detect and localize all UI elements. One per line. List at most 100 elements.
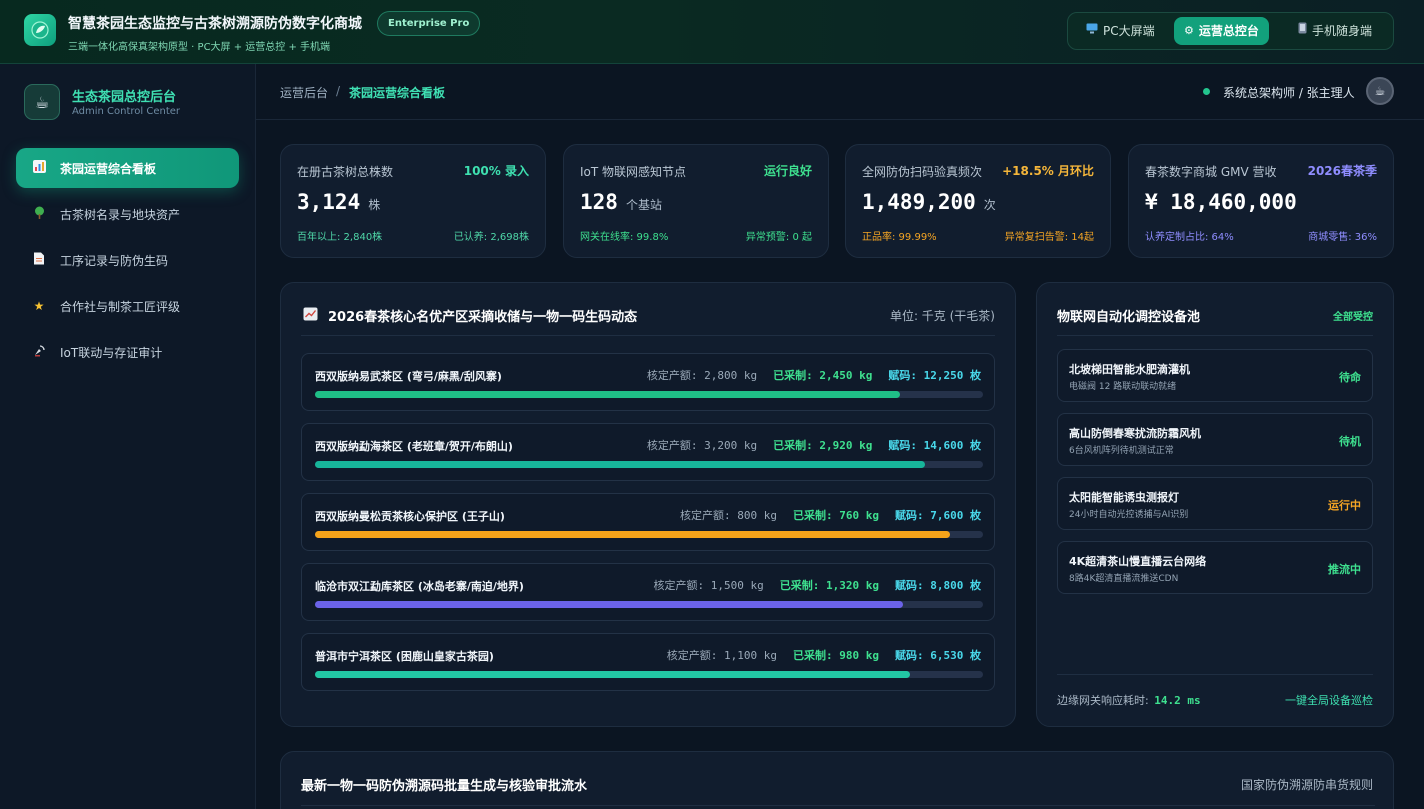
progress-track bbox=[315, 391, 983, 398]
kpi-foot-right: 异常预警: 0 起 bbox=[745, 232, 812, 243]
sidebar-item-iot-audit[interactable]: IoT联动与存证审计 bbox=[16, 332, 239, 372]
gear-icon: ⚙ bbox=[1184, 24, 1194, 37]
batch-panel: 最新一物一码防伪溯源码批量生成与核验审批流水 国家防伪溯源防串货规则 bbox=[280, 751, 1394, 809]
device-desc: 电磁阀 12 路联动联动就绪 bbox=[1069, 382, 1177, 392]
harvest-zone-row[interactable]: 西双版纳曼松贡茶核心保护区 (王子山) 核定产额: 800 kg 已采制: 760 … bbox=[301, 493, 995, 551]
device-item-insect-lamp[interactable]: 太阳能智能诱虫测报灯 24小时自动光控诱捕与AI识别 运行中 bbox=[1057, 477, 1373, 530]
harvest-zone-row[interactable]: 西双版纳易武茶区 (弯弓/麻黑/刮风寨) 核定产额: 2,800 kg 已采制: 2… bbox=[301, 353, 995, 411]
tab-mobile[interactable]: 手机随身端 bbox=[1288, 17, 1382, 45]
zone-quota: 核定产额: 1,100 kg bbox=[666, 649, 777, 662]
breadcrumb: 运营后台 / 茶园运营综合看板 系统总架构师 / 张主理人 ☕ bbox=[256, 64, 1424, 120]
harvest-zone-row[interactable]: 普洱市宁洱茶区 (困鹿山皇家古茶园) 核定产额: 1,100 kg 已采制: 980… bbox=[301, 633, 995, 691]
breadcrumb-root[interactable]: 运营后台 bbox=[280, 84, 328, 101]
device-status-all: 全部受控 bbox=[1333, 312, 1373, 323]
online-status-dot bbox=[1203, 88, 1210, 95]
teacup-icon: ☕ bbox=[24, 84, 60, 120]
kpi-tag: 2026春茶季 bbox=[1307, 164, 1377, 178]
zone-picked: 已采制: 1,320 kg bbox=[779, 579, 879, 592]
avatar[interactable]: ☕ bbox=[1366, 77, 1394, 105]
kpi-value: ¥ 18,460,000 bbox=[1145, 190, 1297, 214]
device-pool-panel: 物联网自动化调控设备池 全部受控 北坡梯田智能水肥滴灌机 电磁阀 12 路联动联… bbox=[1036, 282, 1394, 727]
divider bbox=[1057, 674, 1373, 675]
device-state: 待命 bbox=[1339, 371, 1361, 384]
zone-codes: 赋码: 6,530 枚 bbox=[895, 649, 981, 662]
device-item-frost-fan[interactable]: 高山防倒春寒扰流防霜风机 6台风机阵列待机测试正常 待机 bbox=[1057, 413, 1373, 466]
trend-chart-icon bbox=[303, 306, 318, 325]
zone-name: 西双版纳勐海茶区 (老班章/贺开/布朗山) bbox=[315, 440, 513, 453]
zone-codes: 赋码: 14,600 枚 bbox=[888, 439, 981, 452]
app-subtitle: 三端一体化高保真架构原型 · PC大屏 + 运营总控 + 手机端 bbox=[68, 42, 331, 53]
kpi-tag: 运行良好 bbox=[763, 164, 812, 178]
device-item-live-camera[interactable]: 4K超清茶山慢直播云台网络 8路4K超清直播流推送CDN 推流中 bbox=[1057, 541, 1373, 594]
zone-stats: 核定产额: 2,800 kg 已采制: 2,450 kg 赋码: 12,250 枚 bbox=[647, 367, 981, 383]
kpi-value: 3,124 株 bbox=[297, 190, 381, 214]
zone-quota: 核定产额: 3,200 kg bbox=[646, 439, 758, 452]
kpi-card-gmv: 春茶数字商城 GMV 营收 2026春茶季 ¥ 18,460,000 认养定制占… bbox=[1128, 144, 1394, 258]
sidebar-item-process-codes[interactable]: 工序记录与防伪生码 bbox=[16, 240, 239, 280]
device-pool-title: 物联网自动化调控设备池 bbox=[1057, 310, 1201, 325]
device-state: 推流中 bbox=[1328, 563, 1361, 576]
progress-track bbox=[315, 601, 983, 608]
user-name[interactable]: 系统总架构师 / 张主理人 bbox=[1223, 84, 1355, 101]
kpi-card-iot-nodes: IoT 物联网感知节点 运行良好 128 个基站 网关在线率: 99.8% 异常预… bbox=[563, 144, 829, 258]
kpi-card-scan-frequency: 全网防伪扫码验真频次 +18.5% 月环比 1,489,200 次 正品率: 99… bbox=[845, 144, 1111, 258]
progress-fill bbox=[315, 391, 900, 398]
device-state: 运行中 bbox=[1328, 499, 1361, 512]
breadcrumb-separator: / bbox=[336, 84, 341, 98]
phone-icon bbox=[1298, 17, 1307, 45]
zone-stats: 核定产额: 1,100 kg 已采制: 980 kg 赋码: 6,530 枚 bbox=[667, 647, 981, 663]
view-switcher: PC大屏端 ⚙ 运营总控台 手机随身端 bbox=[1067, 12, 1394, 50]
kpi-value: 1,489,200 次 bbox=[862, 190, 996, 214]
sidebar-subtitle: Admin Control Center bbox=[72, 106, 181, 117]
kpi-foot-right: 商城零售: 36% bbox=[1308, 232, 1377, 243]
harvest-unit: 单位: 千克 (干毛茶) bbox=[889, 309, 995, 323]
device-desc: 8路4K超清直播流推送CDN bbox=[1069, 574, 1179, 584]
harvest-zone-row[interactable]: 西双版纳勐海茶区 (老班章/贺开/布朗山) 核定产额: 3,200 kg 已采制: … bbox=[301, 423, 995, 481]
top-header: 智慧茶园生态监控与古茶树溯源防伪数字化商城 Enterprise Pro 三端一… bbox=[0, 0, 1424, 64]
tab-ops-console-label: 运营总控台 bbox=[1198, 24, 1259, 38]
kpi-foot-left: 百年以上: 2,840株 bbox=[297, 232, 383, 243]
leaf-icon bbox=[24, 14, 56, 46]
sidebar-item-label: 合作社与制茶工匠评级 bbox=[60, 299, 181, 314]
zone-codes: 赋码: 12,250 枚 bbox=[888, 369, 981, 382]
tab-ops-console[interactable]: ⚙ 运营总控台 bbox=[1174, 17, 1269, 45]
zone-quota: 核定产额: 2,800 kg bbox=[646, 369, 758, 382]
divider bbox=[301, 335, 995, 336]
kpi-tag: 100% 录入 bbox=[463, 164, 529, 178]
satellite-icon bbox=[32, 344, 46, 360]
sidebar-item-dashboard[interactable]: 茶园运营综合看板 bbox=[16, 148, 239, 188]
device-desc: 6台风机阵列待机测试正常 bbox=[1069, 446, 1174, 456]
latency-value: 14.2 ms bbox=[1154, 694, 1201, 707]
tree-icon bbox=[32, 206, 46, 222]
sidebar-item-label: 茶园运营综合看板 bbox=[60, 161, 157, 176]
sidebar-item-coop-rating[interactable]: ★ 合作社与制茶工匠评级 bbox=[16, 286, 239, 326]
zone-picked: 已采制: 760 kg bbox=[793, 509, 879, 522]
zone-codes: 赋码: 8,800 枚 bbox=[895, 579, 981, 592]
harvest-panel: 2026春茶核心名优产区采摘收储与一物一码生码动态 单位: 千克 (干毛茶) 西… bbox=[280, 282, 1016, 727]
kpi-foot-right: 异常复扫告警: 14起 bbox=[1004, 232, 1094, 243]
zone-picked: 已采制: 980 kg bbox=[793, 649, 879, 662]
rules-link[interactable]: 国家防伪溯源防串货规则 bbox=[1241, 776, 1373, 793]
progress-track bbox=[315, 461, 983, 468]
progress-fill bbox=[315, 601, 903, 608]
tab-pc-screen[interactable]: PC大屏端 bbox=[1076, 17, 1165, 45]
device-name: 太阳能智能诱虫测报灯 bbox=[1069, 491, 1179, 504]
device-state: 待机 bbox=[1339, 435, 1361, 448]
zone-name: 普洱市宁洱茶区 (困鹿山皇家古茶园) bbox=[315, 650, 494, 663]
sidebar-item-tree-registry[interactable]: 古茶树名录与地块资产 bbox=[16, 194, 239, 234]
kpi-card-tree-count: 在册古茶树总株数 100% 录入 3,124 株 百年以上: 2,840株 已认养… bbox=[280, 144, 546, 258]
star-icon: ★ bbox=[33, 299, 45, 313]
progress-fill bbox=[315, 461, 925, 468]
divider bbox=[301, 805, 1375, 806]
tab-mobile-label: 手机随身端 bbox=[1312, 24, 1373, 38]
app-title: 智慧茶园生态监控与古茶树溯源防伪数字化商城 bbox=[68, 16, 362, 32]
harvest-zone-row[interactable]: 临沧市双江勐库茶区 (冰岛老寨/南迫/地界) 核定产额: 1,500 kg 已采制:… bbox=[301, 563, 995, 621]
kpi-foot-right: 已认养: 2,698株 bbox=[453, 232, 529, 243]
device-item-irrigation[interactable]: 北坡梯田智能水肥滴灌机 电磁阀 12 路联动联动就绪 待命 bbox=[1057, 349, 1373, 402]
inspect-all-link[interactable]: 一键全局设备巡检 bbox=[1285, 692, 1373, 708]
kpi-tag: +18.5% 月环比 bbox=[1002, 164, 1094, 178]
device-name: 4K超清茶山慢直播云台网络 bbox=[1069, 555, 1207, 568]
kpi-value: 128 个基站 bbox=[580, 190, 662, 214]
kpi-label: IoT 物联网感知节点 bbox=[580, 165, 687, 179]
zone-name: 临沧市双江勐库茶区 (冰岛老寨/南迫/地界) bbox=[315, 580, 524, 593]
